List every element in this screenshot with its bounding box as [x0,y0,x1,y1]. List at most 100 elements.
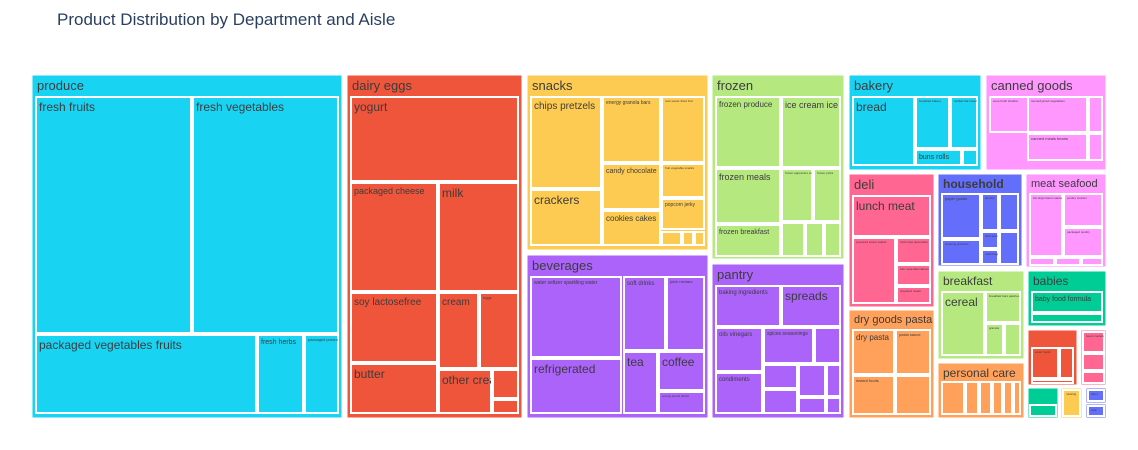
aisle-unlabeled[interactable] [824,222,841,257]
aisle-unlabeled[interactable] [805,222,824,257]
aisle-lunch-meat[interactable]: lunch meat [852,195,931,237]
aisle-bread[interactable]: bread [852,96,915,166]
aisle-tile[interactable] [492,369,519,399]
aisle-unlabeled[interactable] [1031,379,1074,384]
aisle-unlabeled[interactable] [962,149,978,166]
aisle-milk[interactable]: milk [438,182,519,292]
aisle-breakfast-bars-pastries[interactable]: breakfast bars pastries [985,291,1021,323]
department-snacks[interactable]: snacks chips pretzels energy granola bars n… [526,74,709,251]
aisle-prepared-soups-salads[interactable]: prepared soups salads [852,237,896,304]
aisle-juice-nectars[interactable]: juice nectars [666,276,705,351]
aisle-unlabeled[interactable] [979,381,992,415]
aisle-cookies-cakes[interactable]: cookies cakes [602,210,661,246]
aisle-baby-food-formula[interactable]: baby food formula [1031,291,1103,313]
aisle-tile[interactable] [798,364,826,397]
aisle-tile[interactable] [781,168,813,222]
aisle-packaged-vegetables-fruits[interactable]: packaged vegetables fruits [35,334,257,414]
aisle-tile[interactable] [623,276,666,351]
aisle-tile[interactable] [1055,257,1081,266]
aisle-tile[interactable] [814,327,841,364]
aisle-frozen-produce[interactable]: frozen produce [715,96,781,168]
aisle-buns-rolls[interactable]: buns rolls [915,149,962,166]
aisle-paper-goods[interactable]: paper goods [941,193,981,239]
aisle-fresh-dips-tapenades[interactable]: fresh dips tapenades [896,237,931,264]
aisle-tile[interactable] [962,149,978,166]
department-pantry[interactable]: pantry baking ingredients spreads oils vine… [711,263,845,419]
aisle-crackers[interactable]: crackers [530,189,602,246]
aisle-unlabeled[interactable] [1013,381,1021,415]
aisle-popcorn-jerky[interactable]: popcorn jerky [661,198,705,230]
aisle-tile[interactable] [824,222,841,257]
department-canned-goods[interactable]: canned goods soup broth bouillon canned ja… [985,74,1107,171]
aisle-unlabeled[interactable] [1003,381,1013,415]
aisle-canned-meals-beans[interactable]: canned meals beans [1027,133,1088,161]
aisle-unlabeled[interactable] [1081,257,1103,266]
aisle-packaged-produce[interactable]: packaged produce [304,334,342,414]
aisle-tile[interactable] [1003,381,1013,415]
aisle-tile[interactable] [1013,381,1021,415]
aisle-tile[interactable] [1082,353,1105,371]
aisle-tile[interactable] [826,364,841,397]
aisle-tile[interactable] [1031,379,1074,384]
aisle-tile[interactable] [192,96,339,334]
aisle-unlabeled[interactable] [492,369,519,399]
aisle-tile[interactable] [682,231,694,246]
aisle-pasta-sauce[interactable]: pasta sauce [895,329,931,375]
aisle-packaged-poultry[interactable]: packaged poultry [1063,227,1103,257]
aisle-tile[interactable] [999,231,1019,265]
aisle-tile[interactable] [826,397,841,414]
department-pets[interactable] [1027,387,1059,419]
aisle-unlabeled[interactable] [1088,133,1103,161]
department-beverage-alcohol[interactable]: beers coolers [1080,329,1107,386]
aisle-spices-seasonings[interactable]: spices seasonings [763,327,814,364]
aisle-coffee[interactable]: coffee [658,351,705,391]
department-dry-goods-pasta[interactable]: dry goods pasta dry pasta pasta sauce insta… [848,309,935,419]
aisle-fresh-vegetables[interactable]: fresh vegetables [192,96,339,334]
aisle-fresh-herbs[interactable]: fresh herbs [257,334,304,414]
aisle-tile[interactable] [1088,96,1103,133]
department-deli[interactable]: deli lunch meat prepared soups salads fresh… [848,173,935,308]
aisle-cat-food-care[interactable] [1029,404,1057,417]
aisle-water-seltzer-sparkling-water[interactable]: water seltzer sparkling water [530,276,622,358]
aisle-tile[interactable] [999,193,1019,231]
aisle-tile[interactable] [1088,133,1103,161]
aisle-unlabeled[interactable] [694,231,705,246]
aisle-unlabeled[interactable] [826,397,841,414]
aisle-cream[interactable]: cream [438,292,479,369]
aisle-unlabeled[interactable] [763,389,798,414]
aisle-eggs[interactable]: eggs [479,292,519,369]
aisle-latino-foods[interactable] [1059,347,1074,379]
aisle-cereal[interactable]: cereal [941,291,985,356]
aisle-tortillas-flat-bread[interactable]: tortillas flat bread [950,96,978,149]
department-beverages[interactable]: beverages water seltzer sparkling water so… [526,254,709,419]
aisle-breakfast-bakery[interactable]: breakfast bakery [915,96,950,149]
aisle-frozen-breakfast[interactable]: frozen breakfast [715,224,781,257]
department-produce[interactable]: produce fresh fruits fresh vegetables packa… [31,74,343,419]
aisle-tile[interactable] [1029,193,1063,257]
aisle-dry-pasta[interactable]: dry pasta [852,329,895,375]
aisle-granola[interactable]: granola [985,323,1004,356]
department-international[interactable]: asian foods [1027,329,1078,386]
aisle-unlabeled[interactable] [999,231,1019,265]
aisle-prepared-meals[interactable]: prepared meals [896,286,931,304]
aisle-tea[interactable]: tea [623,351,658,414]
aisle-tile[interactable] [666,276,705,351]
department-bakery[interactable]: bakery bread breakfast bakery tortillas fla… [848,74,982,171]
aisle-energy-sports-drinks[interactable]: energy sports drinks [658,391,705,414]
aisle-fruit-vegetable-snacks[interactable]: fruit vegetable snacks [661,163,705,198]
department-household[interactable]: household paper goods laundry cleaning prod… [937,173,1023,267]
aisle-tile[interactable] [763,364,798,389]
aisle-unlabeled[interactable] [999,193,1019,231]
aisle-unlabeled[interactable] [1055,257,1081,266]
department-missing[interactable]: missing [1060,387,1083,419]
aisle-frozen-meals[interactable]: frozen meals [715,168,781,224]
department-bulk[interactable]: bulk [1085,403,1107,419]
aisle-soy-lactosefree[interactable]: soy lactosefree [350,292,438,363]
aisle-tile[interactable] [992,381,1003,415]
aisle-tile[interactable] [35,96,192,334]
aisle-energy-granola-bars[interactable]: energy granola bars [602,96,661,163]
aisle-tile[interactable] [805,222,824,257]
aisle-poultry-counter[interactable]: poultry counter [1063,193,1103,227]
aisle-canned-jarred-vegetables[interactable]: canned jarred vegetables [1027,96,1088,133]
department-breakfast[interactable]: breakfast cereal breakfast bars pastries gr… [937,270,1025,360]
